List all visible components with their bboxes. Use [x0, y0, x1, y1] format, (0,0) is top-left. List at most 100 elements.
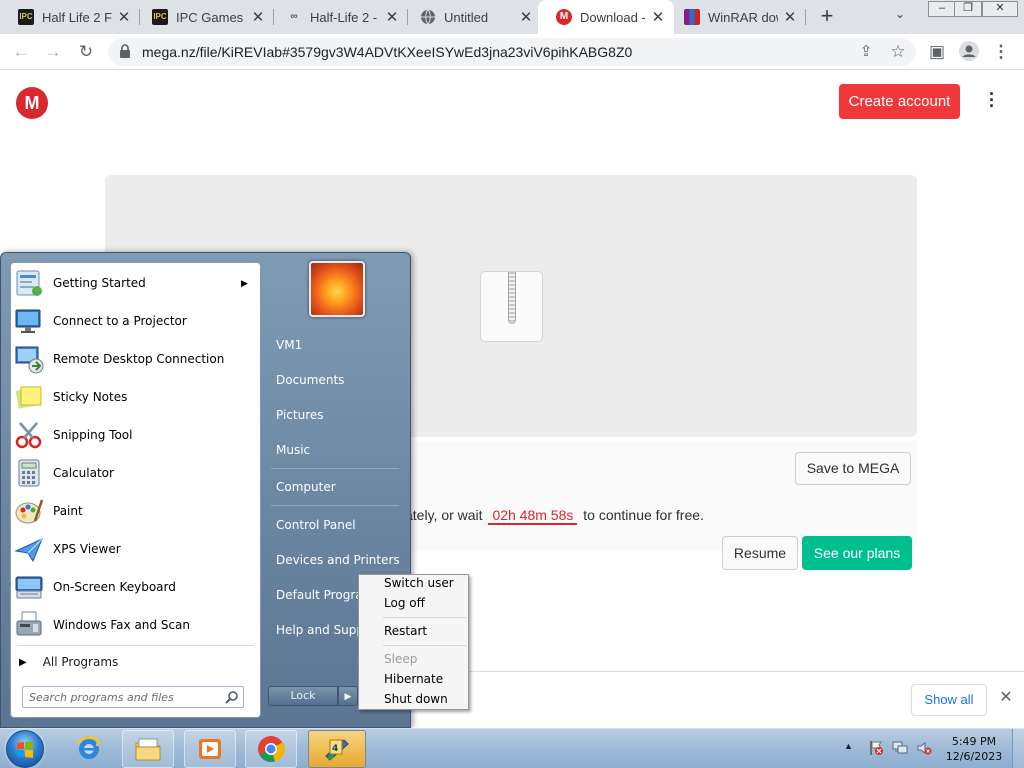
taskbar-windows-explorer[interactable] [122, 730, 174, 768]
power-options-menu: Switch user Log off Restart Sleep Hibern… [358, 574, 469, 710]
separator [383, 617, 466, 618]
taskbar: 4 ▲ 5:49 PM 12/6/2023 [0, 728, 1024, 768]
minimize-button[interactable]: – [928, 1, 956, 17]
close-tab-icon[interactable]: ✕ [518, 8, 534, 26]
keyboard-icon [15, 576, 43, 599]
right-link-devices-printers[interactable]: Devices and Printers [276, 548, 400, 572]
network-icon[interactable] [892, 740, 908, 756]
browser-tab[interactable]: IPC Half Life 2 Fr ✕ [0, 0, 140, 34]
start-button[interactable] [6, 730, 44, 768]
close-tab-icon[interactable]: ✕ [384, 8, 400, 26]
browser-tab[interactable]: ∞ Half-Life 2 - ✕ [268, 0, 408, 34]
right-link-default-programs[interactable]: Default Programs [276, 583, 360, 607]
right-link-control-panel[interactable]: Control Panel [276, 513, 356, 537]
program-label: On-Screen Keyboard [53, 580, 176, 594]
program-item-xps-viewer[interactable]: XPS Viewer [11, 530, 260, 568]
address-bar[interactable]: mega.nz/file/KiREVIab#3579gv3W4ADVtKXeeI… [108, 38, 916, 66]
close-tab-icon[interactable]: ✕ [116, 8, 132, 26]
snipping-tool-icon [15, 422, 42, 449]
user-account-picture[interactable] [309, 261, 365, 317]
close-tab-icon[interactable]: ✕ [782, 8, 798, 26]
resume-button[interactable]: Resume [722, 536, 798, 570]
right-link-help-support[interactable]: Help and Support [276, 618, 360, 642]
taskbar-winrar-installer[interactable]: 4 [308, 730, 366, 768]
program-label: Calculator [53, 466, 114, 480]
reload-icon[interactable]: ↻ [75, 41, 97, 63]
side-panel-icon[interactable]: ▣ [926, 41, 948, 63]
back-arrow-icon[interactable]: ← [10, 41, 32, 63]
create-account-button[interactable]: Create account [839, 84, 960, 119]
start-menu: Getting Started ▶ Connect to a Projector… [0, 252, 411, 728]
wait-prefix: ately, or wait [405, 507, 483, 523]
program-item-projector[interactable]: Connect to a Projector [11, 302, 260, 340]
program-item-on-screen-keyboard[interactable]: On-Screen Keyboard [11, 568, 260, 606]
power-options-arrow-icon[interactable]: ▶ [338, 686, 358, 706]
maximize-button[interactable]: ❐ [954, 1, 982, 17]
all-programs-item[interactable]: ▶ All Programs [11, 649, 260, 675]
menu-item-restart[interactable]: Restart [361, 621, 466, 641]
lock-button[interactable]: Lock [268, 686, 338, 706]
browser-tab[interactable]: WinRAR dow ✕ [666, 0, 806, 34]
paint-icon [15, 499, 44, 524]
url-text[interactable]: mega.nz/file/KiREVIab#3579gv3W4ADVtKXeeI… [142, 44, 632, 60]
close-icon[interactable]: ✕ [996, 688, 1016, 708]
menu-item-shut-down[interactable]: Shut down [361, 689, 466, 709]
program-item-paint[interactable]: Paint [11, 492, 260, 530]
bookmark-star-icon[interactable]: ☆ [887, 41, 909, 63]
save-to-mega-button[interactable]: Save to MEGA [795, 452, 911, 485]
tab-title: WinRAR dow [708, 9, 778, 25]
program-item-snipping-tool[interactable]: Snipping Tool [11, 416, 260, 454]
browser-tab[interactable]: Untitled ✕ [402, 0, 542, 34]
browser-menu-icon[interactable]: ⋮ [990, 41, 1012, 63]
see-plans-button[interactable]: See our plans [802, 536, 912, 570]
show-desktop-button[interactable] [1012, 729, 1024, 768]
action-center-flag-icon[interactable] [868, 740, 884, 756]
tab-title: Half-Life 2 - [310, 9, 378, 25]
right-link-computer[interactable]: Computer [276, 475, 336, 499]
page-menu-icon[interactable]: · · · [982, 85, 1002, 115]
sticky-notes-icon [15, 386, 42, 409]
share-icon[interactable]: ⇪ [855, 41, 877, 63]
search-icon[interactable] [225, 690, 239, 704]
search-input[interactable] [23, 687, 213, 707]
show-all-button[interactable]: Show all [911, 684, 987, 716]
taskbar-media-player[interactable] [184, 730, 236, 768]
right-link-music[interactable]: Music [276, 438, 310, 462]
browser-tab[interactable]: IPC IPC Games - ✕ [134, 0, 274, 34]
close-tab-icon[interactable]: ✕ [650, 8, 666, 26]
forward-arrow-icon[interactable]: → [42, 41, 64, 63]
taskbar-internet-explorer[interactable] [64, 730, 116, 768]
fax-icon [16, 611, 42, 636]
volume-muted-icon[interactable] [916, 740, 932, 756]
menu-item-switch-user[interactable]: Switch user [361, 573, 466, 593]
mega-logo[interactable]: M [16, 87, 48, 119]
new-tab-button[interactable]: + [814, 4, 840, 30]
close-tab-icon[interactable]: ✕ [250, 8, 266, 26]
menu-item-log-off[interactable]: Log off [361, 593, 466, 613]
arrow-right-icon: ▶ [19, 656, 27, 668]
right-link-documents[interactable]: Documents [276, 368, 344, 392]
program-label: Sticky Notes [53, 390, 128, 404]
program-item-fax-and-scan[interactable]: Windows Fax and Scan [11, 606, 260, 644]
program-label: Windows Fax and Scan [53, 618, 191, 632]
taskbar-chrome[interactable] [245, 730, 297, 768]
menu-item-hibernate[interactable]: Hibernate [361, 669, 466, 689]
tab-search-icon[interactable]: ⌄ [895, 7, 905, 21]
program-item-getting-started[interactable]: Getting Started ▶ [11, 264, 260, 302]
system-clock[interactable]: 5:49 PM 12/6/2023 [944, 734, 1004, 764]
program-item-calculator[interactable]: Calculator [11, 454, 260, 492]
close-window-button[interactable]: ✕ [982, 1, 1018, 17]
start-search-box[interactable] [22, 686, 244, 708]
windows-flag-icon [17, 741, 33, 758]
ipc-games-icon: IPC [18, 9, 34, 25]
right-link-pictures[interactable]: Pictures [276, 403, 324, 427]
browser-tab-active[interactable]: M Download - ✕ [538, 0, 674, 34]
program-label: Getting Started [53, 276, 146, 290]
profile-avatar-icon[interactable] [958, 41, 980, 63]
show-hidden-icons-icon[interactable]: ▲ [844, 741, 853, 751]
program-item-remote-desktop[interactable]: Remote Desktop Connection [11, 340, 260, 378]
right-link-user[interactable]: VM1 [276, 333, 302, 357]
program-item-sticky-notes[interactable]: Sticky Notes [11, 378, 260, 416]
windows-explorer-icon [135, 738, 161, 761]
separator [17, 645, 254, 646]
